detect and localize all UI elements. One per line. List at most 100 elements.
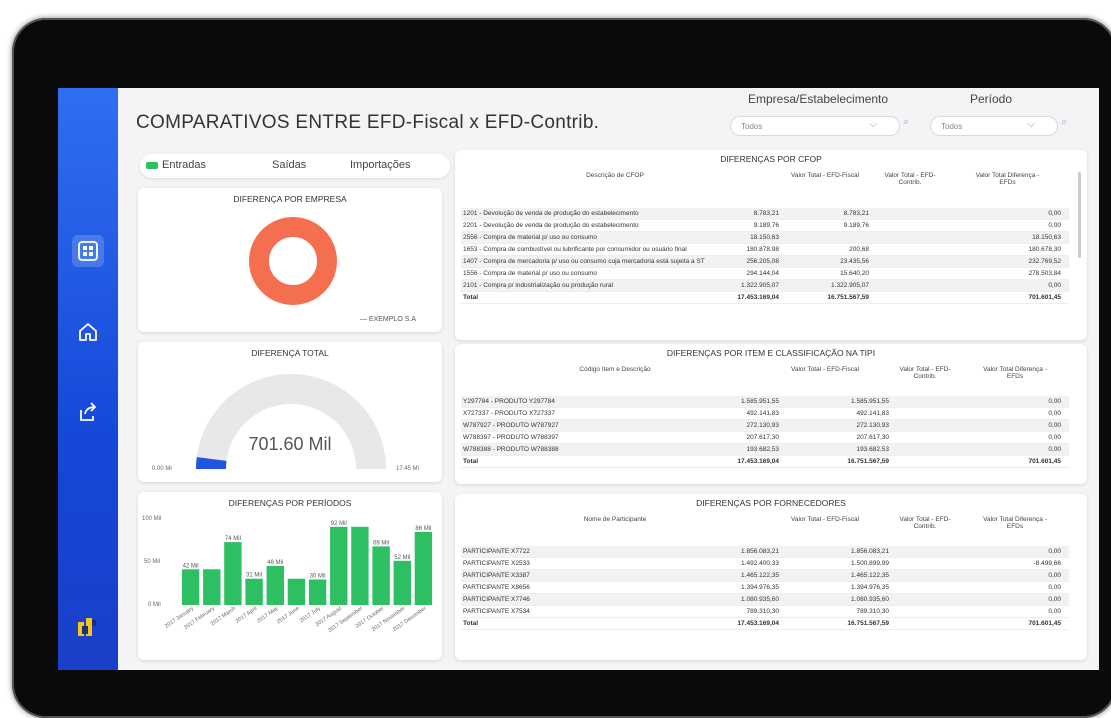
bar-data-label: 30 Mil: [310, 574, 326, 580]
bar-2017-december[interactable]: [414, 531, 433, 605]
donut-legend: — EXEMPLO S.A: [359, 316, 416, 323]
table-total-row: Total 17.453.169,04 16.751.567,59 701.601,4…: [461, 456, 1069, 468]
bar-data-label: 52 Mil: [394, 555, 410, 561]
fornecedores-table-body: PARTICIPANTE X7722 1.856.083,21 1.856.083,…: [461, 546, 1069, 630]
total-cell: 16.751.567,59: [827, 293, 869, 301]
scrollbar[interactable]: [1078, 172, 1081, 258]
row-value-cell: 200,68: [849, 245, 869, 253]
col-header[interactable]: Valor Total - EFD-Contrib.: [875, 172, 945, 186]
row-value-cell: 294.144,04: [746, 269, 779, 277]
row-value-cell: 0,00: [1048, 397, 1061, 405]
table-row[interactable]: W788388 - PRODUTO W788388 193.682,53 193.6…: [461, 444, 1069, 456]
table-row[interactable]: PARTICIPANTE X7534 789.310,30 789.310,30 0,…: [461, 606, 1069, 618]
total-cell: Total: [463, 457, 479, 465]
row-value-cell: 0,00: [1048, 281, 1061, 289]
bar-2017-june[interactable]: [287, 578, 306, 605]
cfop-card: DIFERENÇAS POR CFOP Descrição de CFOP Va…: [455, 150, 1087, 340]
search-icon[interactable]: ⌕: [1061, 116, 1067, 129]
row-value-cell: 0,00: [1048, 607, 1061, 615]
empresa-card-title: DIFERENÇA POR EMPRESA: [233, 194, 347, 204]
table-row[interactable]: PARTICIPANTE X7722 1.856.083,21 1.856.083,…: [461, 546, 1069, 558]
total-cell: 701.601,45: [1028, 293, 1061, 301]
tab-saidas[interactable]: Saídas: [272, 159, 306, 171]
row-value-cell: 0,00: [1048, 433, 1061, 441]
table-row[interactable]: 2101 - Compra p/ industrialização ou pro…: [461, 280, 1069, 292]
col-header[interactable]: Valor Total Diferença - EFDs: [970, 172, 1045, 186]
col-header[interactable]: Nome de Participante: [515, 516, 715, 523]
share-icon[interactable]: [72, 396, 104, 428]
table-row[interactable]: W787927 - PRODUTO W787927 272.130,93 272.1…: [461, 420, 1069, 432]
bar-2017-february[interactable]: [203, 569, 221, 605]
bar-2017-march[interactable]: [224, 542, 242, 605]
tab-importacoes[interactable]: Importações: [350, 159, 411, 171]
table-row[interactable]: W788397 - PRODUTO W788397 207.617,30 207.6…: [461, 432, 1069, 444]
table-row[interactable]: 1407 - Compra de mercadoria p/ uso ou co…: [461, 256, 1069, 268]
empresa-filter-value: Todos: [741, 121, 763, 131]
row-label-cell: 1653 - Compra de combustível ou lubrific…: [463, 245, 687, 253]
col-header[interactable]: Código Item e Descrição: [515, 366, 715, 373]
home-icon[interactable]: [72, 316, 104, 348]
table-row[interactable]: Y297784 - PRODUTO Y297784 1.585.951,55 1.5…: [461, 396, 1069, 408]
row-value-cell: 1.322.905,07: [831, 281, 869, 289]
table-row[interactable]: PARTICIPANTE X3387 1.465.122,35 1.465.122,…: [461, 570, 1069, 582]
row-label-cell: 1407 - Compra de mercadoria p/ uso ou co…: [463, 257, 705, 265]
bar-2017-january[interactable]: [181, 569, 200, 605]
total-cell: 17.453.169,04: [737, 457, 779, 465]
search-icon[interactable]: ⌕: [903, 116, 909, 129]
table-row[interactable]: 2201 - Devolução de venda de produção do…: [461, 220, 1069, 232]
col-header[interactable]: Valor Total - EFD-Contrib.: [890, 366, 960, 380]
bar-data-label: 92 Mil: [331, 521, 347, 527]
table-row[interactable]: PARTICIPANTE X7746 1.080.935,60 1.080.935,…: [461, 594, 1069, 606]
empresa-filter-label: Empresa/Estabelecimento: [748, 92, 889, 106]
row-label-cell: 2101 - Compra p/ industrialização ou pro…: [463, 281, 613, 289]
col-header[interactable]: Valor Total - EFD-Fiscal: [780, 366, 870, 373]
table-row[interactable]: 2556 - Compra de material p/ uso ou cons…: [461, 232, 1069, 244]
bar-2017-september[interactable]: [351, 526, 369, 605]
row-value-cell: 1.394.976,35: [851, 583, 889, 591]
row-value-cell: 0,00: [1048, 445, 1061, 453]
table-row[interactable]: 1201 - Devolução de venda de produção do…: [461, 208, 1069, 220]
table-row[interactable]: 1653 - Compra de combustível ou lubrific…: [461, 244, 1069, 256]
row-value-cell: 18.150,63: [1032, 233, 1061, 241]
cfop-card-title: DIFERENÇAS POR CFOP: [720, 154, 822, 164]
gauge-chart[interactable]: [186, 364, 396, 474]
gauge-min-label: 0.00 Mi: [152, 466, 172, 472]
row-label-cell: W787927 - PRODUTO W787927: [463, 421, 559, 429]
row-value-cell: 1.322.905,07: [741, 281, 779, 289]
col-header[interactable]: Valor Total - EFD-Fiscal: [780, 516, 870, 523]
col-header[interactable]: Descrição de CFOP: [515, 172, 715, 179]
table-total-row: Total 17.453.169,04 16.751.567,59 701.601,4…: [461, 292, 1069, 304]
col-header[interactable]: Valor Total Diferença - EFDs: [980, 516, 1050, 530]
bar-2017-april[interactable]: [245, 578, 263, 605]
periodo-filter-select[interactable]: Todos ⌵: [930, 116, 1058, 136]
row-value-cell: 1.080.935,60: [851, 595, 889, 603]
bar-2017-may[interactable]: [266, 565, 284, 605]
table-row[interactable]: PARTICIPANTE X2533 1.492.400,33 1.500.899,…: [461, 558, 1069, 570]
donut-chart[interactable]: [248, 216, 338, 306]
dashboard-icon[interactable]: [72, 235, 104, 267]
table-row[interactable]: X727337 - PRODUTO X727337 492.141,83 492.1…: [461, 408, 1069, 420]
row-label-cell: PARTICIPANTE X7746: [463, 595, 530, 603]
table-row[interactable]: PARTICIPANTE X8656 1.394.976,35 1.394.976,…: [461, 582, 1069, 594]
col-header[interactable]: Valor Total Diferença - EFDs: [980, 366, 1050, 380]
col-header[interactable]: Valor Total - EFD-Fiscal: [780, 172, 870, 179]
row-value-cell: 232.769,52: [1028, 257, 1061, 265]
tab-entradas[interactable]: Entradas: [162, 159, 206, 171]
row-value-cell: 789.310,30: [856, 607, 889, 615]
total-cell: 17.453.169,04: [737, 293, 779, 301]
bar-2017-august[interactable]: [330, 526, 348, 605]
total-cell: 701.601,45: [1028, 619, 1061, 627]
row-value-cell: 180.878,98: [746, 245, 779, 253]
col-header[interactable]: Valor Total - EFD-Contrib.: [890, 516, 960, 530]
bar-2017-november[interactable]: [393, 560, 411, 605]
bar-2017-october[interactable]: [372, 546, 390, 605]
row-value-cell: 0,00: [1048, 221, 1061, 229]
row-value-cell: 278.503,84: [1028, 269, 1061, 277]
row-label-cell: 2556 - Compra de material p/ uso ou cons…: [463, 233, 598, 241]
empresa-filter-select[interactable]: Todos ⌵: [730, 116, 900, 136]
table-row[interactable]: 1556 - Compra de material p/ uso ou cons…: [461, 268, 1069, 280]
periodos-bar-chart: 42 Mil2017 January2017 February74 Mil201…: [164, 521, 433, 634]
bar-2017-july[interactable]: [308, 579, 327, 606]
total-cell: 16.751.567,59: [847, 619, 889, 627]
row-value-cell: 1.394.976,35: [741, 583, 779, 591]
